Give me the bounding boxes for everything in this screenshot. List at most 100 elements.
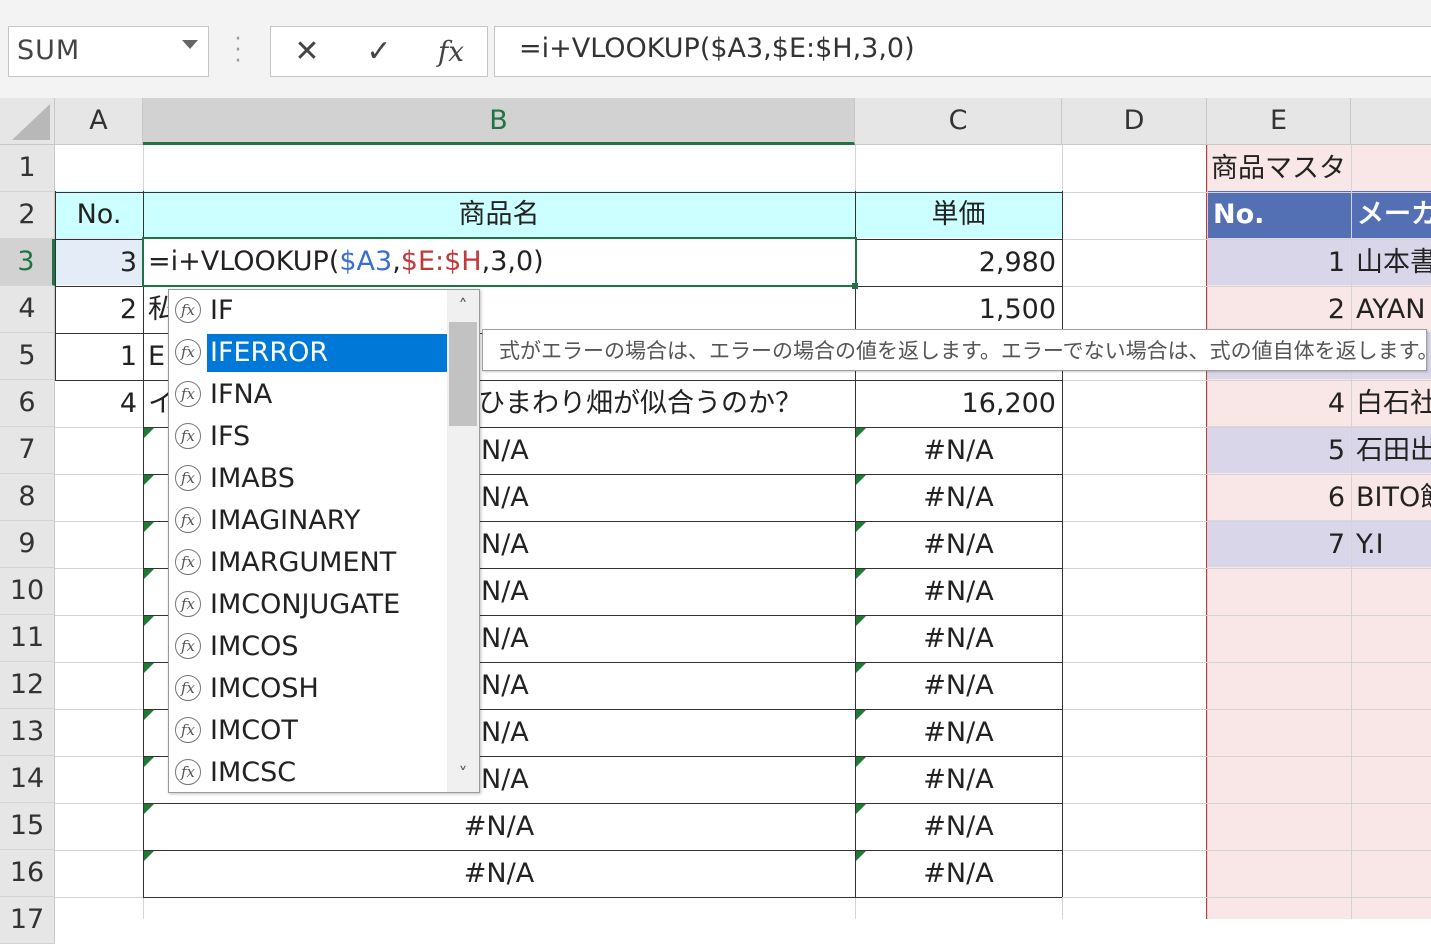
master-cell-no[interactable]: 1 (1207, 239, 1351, 286)
column-header-c[interactable]: C (855, 98, 1062, 145)
cell-unit-price[interactable]: 1,500 (855, 286, 1062, 333)
autocomplete-item[interactable]: fx IMCSC (170, 752, 450, 792)
header-product-name[interactable]: 商品名 (143, 191, 855, 238)
scroll-down-icon[interactable]: ˅ (447, 760, 479, 790)
row-header-8[interactable]: 8 (0, 474, 55, 521)
row-header-11[interactable]: 11 (0, 615, 55, 662)
master-header-no: No. (1213, 199, 1265, 230)
cell-no[interactable]: 1 (55, 333, 143, 380)
autocomplete-item[interactable]: fx IMCONJUGATE (170, 584, 450, 624)
autocomplete-item[interactable]: fx IMABS (170, 458, 450, 498)
row-header-14[interactable]: 14 (0, 756, 55, 803)
function-icon: fx (175, 759, 201, 785)
master-cell-no[interactable]: 2 (1207, 286, 1351, 333)
scroll-up-icon[interactable]: ˄ (447, 292, 479, 322)
active-cell-formula[interactable]: =i+VLOOKUP($A3,$E:$H,3,0) (148, 240, 544, 284)
cell-unit-price[interactable]: #N/A (855, 850, 1062, 897)
cancel-icon[interactable]: ✕ (282, 32, 332, 72)
formula-bar-grip-icon[interactable]: · · · (233, 29, 243, 73)
cell-no[interactable]: 3 (55, 239, 143, 286)
column-header-d[interactable]: D (1062, 98, 1207, 145)
master-cell-no[interactable]: 7 (1207, 521, 1351, 568)
row-header-10[interactable]: 10 (0, 568, 55, 615)
cell-unit-price[interactable]: #N/A (855, 756, 1062, 803)
cell-unit-price[interactable]: #N/A (855, 615, 1062, 662)
column-header-f[interactable] (1351, 98, 1431, 145)
cell-product-name[interactable]: N/A (481, 427, 529, 474)
master-cell-maker[interactable]: BITO館 (1356, 474, 1431, 521)
cell-product-name[interactable]: #N/A (143, 803, 855, 850)
cell-product-name[interactable]: N/A (481, 521, 529, 568)
cell-product-name[interactable]: N/A (481, 568, 529, 615)
row-header-6[interactable]: 6 (0, 380, 55, 427)
row-header-2[interactable]: 2 (0, 192, 55, 239)
cell-unit-price[interactable]: 2,980 (855, 239, 1062, 286)
cell-product-name[interactable]: N/A (481, 615, 529, 662)
enter-icon[interactable]: ✓ (354, 32, 404, 72)
master-cell-maker[interactable]: 山本書 (1356, 239, 1431, 286)
autocomplete-item[interactable]: fx IFERROR (170, 332, 450, 372)
cell-unit-price[interactable]: #N/A (855, 709, 1062, 756)
cell-unit-price[interactable]: #N/A (855, 568, 1062, 615)
cell-product-name-tail[interactable]: ひまわり畑が似合うのか？ (478, 380, 802, 427)
cell-product-name[interactable]: 私 (148, 286, 170, 333)
cell-product-name[interactable]: N/A (481, 756, 529, 803)
autocomplete-scroll-thumb[interactable] (449, 322, 477, 426)
row-header-13[interactable]: 13 (0, 709, 55, 756)
insert-function-icon[interactable]: fx (426, 32, 476, 72)
column-header-a[interactable]: A (55, 98, 143, 145)
row-header-3[interactable]: 3 (0, 239, 55, 286)
master-cell-no[interactable]: 4 (1207, 380, 1351, 427)
header-unit-price[interactable]: 単価 (855, 191, 1062, 238)
autocomplete-item[interactable]: fx IMARGUMENT (170, 542, 450, 582)
row-header-5[interactable]: 5 (0, 333, 55, 380)
cell-unit-price[interactable]: 16,200 (855, 380, 1062, 427)
fill-handle[interactable] (852, 283, 858, 289)
cell-unit-price[interactable]: #N/A (855, 803, 1062, 850)
master-cell-maker[interactable]: AYAN (1356, 286, 1431, 333)
autocomplete-item[interactable]: fx IMCOSH (170, 668, 450, 708)
function-icon: fx (175, 423, 201, 449)
autocomplete-item[interactable]: fx IMCOT (170, 710, 450, 750)
autocomplete-item-label: IFNA (210, 379, 273, 410)
cell-unit-price[interactable]: #N/A (855, 474, 1062, 521)
autocomplete-item[interactable]: fx IF (170, 290, 450, 330)
row-header-9[interactable]: 9 (0, 521, 55, 568)
name-box[interactable]: SUM (8, 26, 209, 77)
row-header-17[interactable]: 17 (0, 897, 55, 944)
master-cell-maker[interactable]: 石田出 (1356, 427, 1431, 474)
autocomplete-item[interactable]: fx IMAGINARY (170, 500, 450, 540)
autocomplete-item[interactable]: fx IFS (170, 416, 450, 456)
cell-unit-price[interactable]: #N/A (855, 427, 1062, 474)
autocomplete-item[interactable]: fx IMCOS (170, 626, 450, 666)
column-header-b[interactable]: B (143, 98, 855, 145)
header-no[interactable]: No. (55, 191, 143, 238)
autocomplete-item[interactable]: fx IFNA (170, 374, 450, 414)
cell-unit-price[interactable]: #N/A (855, 662, 1062, 709)
row-header-16[interactable]: 16 (0, 850, 55, 897)
column-header-e[interactable]: E (1207, 98, 1351, 145)
cell-no[interactable]: 2 (55, 286, 143, 333)
master-cell-maker[interactable]: 白石社 (1356, 380, 1431, 427)
row-header-1[interactable]: 1 (0, 145, 55, 192)
name-box-dropdown-icon[interactable] (182, 40, 198, 49)
error-indicator-icon (144, 663, 154, 673)
row-header-4[interactable]: 4 (0, 286, 55, 333)
formula-input[interactable]: =i+VLOOKUP($A3,$E:$H,3,0) (494, 26, 1431, 77)
cell-product-name[interactable]: #N/A (143, 850, 855, 897)
master-cell-maker[interactable]: Y.I (1356, 521, 1431, 568)
cell-product-name[interactable]: E (148, 333, 170, 380)
cell-unit-price[interactable]: #N/A (855, 521, 1062, 568)
cell-product-name[interactable]: イ (148, 380, 170, 427)
cell-product-name[interactable]: N/A (481, 709, 529, 756)
master-cell-no[interactable]: 5 (1207, 427, 1351, 474)
cell-product-name[interactable]: N/A (481, 662, 529, 709)
function-icon: fx (175, 465, 201, 491)
row-header-7[interactable]: 7 (0, 427, 55, 474)
row-header-12[interactable]: 12 (0, 662, 55, 709)
cell-no[interactable]: 4 (55, 380, 143, 427)
row-header-15[interactable]: 15 (0, 803, 55, 850)
error-indicator-icon (144, 569, 154, 579)
master-cell-no[interactable]: 6 (1207, 474, 1351, 521)
cell-product-name[interactable]: N/A (481, 474, 529, 521)
